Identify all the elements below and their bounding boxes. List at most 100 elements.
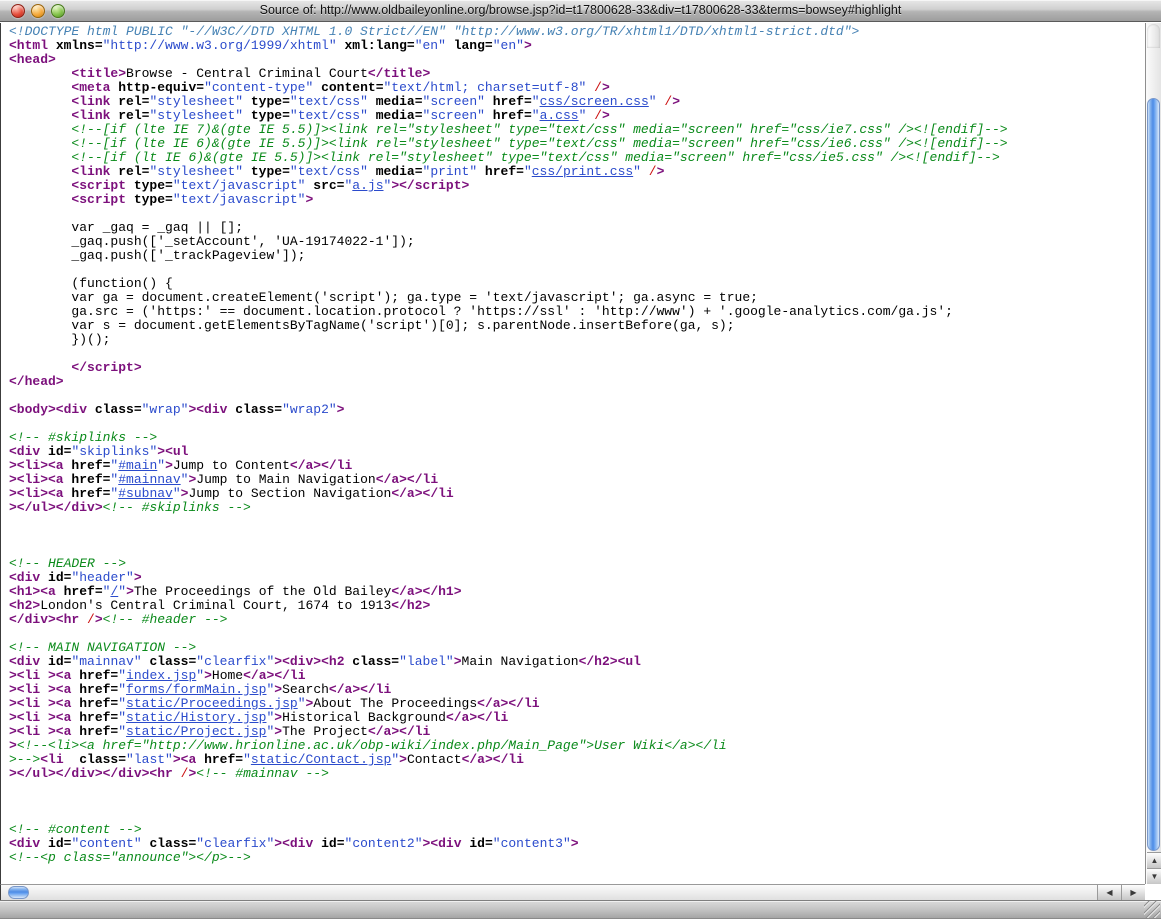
source-token — [9, 108, 71, 123]
horizontal-scrollbar[interactable]: ◀ ▶ — [0, 884, 1145, 900]
source-token: " — [532, 108, 540, 123]
source-token — [9, 80, 71, 95]
source-token: " — [173, 486, 181, 501]
source-line — [9, 529, 1145, 543]
source-token: The Project — [282, 724, 368, 739]
source-token: </script> — [71, 360, 141, 375]
source-line: ><li ><a href="static/Project.jsp">The P… — [9, 725, 1145, 739]
source-token: "stylesheet" — [149, 164, 243, 179]
source-token: " — [118, 584, 126, 599]
source-token: rel= — [110, 108, 149, 123]
source-token: id= — [40, 654, 71, 669]
scroll-right-button[interactable]: ▶ — [1121, 885, 1145, 900]
title-bar[interactable]: Source of: http://www.oldbaileyonline.or… — [0, 0, 1161, 22]
source-link[interactable]: static/Proceedings.jsp — [126, 696, 298, 711]
source-token: > — [274, 682, 282, 697]
source-token: ><li ><a — [9, 724, 71, 739]
source-link[interactable]: css/screen.css — [540, 94, 649, 109]
source-token: class= — [142, 836, 197, 851]
source-link[interactable]: forms/formMain.jsp — [126, 682, 266, 697]
source-line: ><li ><a href="forms/formMain.jsp">Searc… — [9, 683, 1145, 697]
scroll-down-button[interactable]: ▼ — [1147, 868, 1161, 884]
source-line: </script> — [9, 361, 1145, 375]
source-token: Jump to Content — [173, 458, 290, 473]
source-token: "content-type" — [204, 80, 313, 95]
source-link[interactable]: css/print.css — [532, 164, 633, 179]
source-token: lang= — [446, 38, 493, 53]
source-token: " — [391, 752, 399, 767]
source-token: > — [274, 710, 282, 725]
source-link[interactable]: a.css — [540, 108, 579, 123]
source-token: " — [532, 94, 540, 109]
source-token: "stylesheet" — [149, 94, 243, 109]
source-token: / — [87, 612, 95, 627]
source-token: type= — [243, 108, 290, 123]
source-line: <div id="skiplinks"><ul — [9, 445, 1145, 459]
source-line: <!--<p class="announce"></p>--> — [9, 851, 1145, 865]
vertical-scrollbar-thumb[interactable] — [1147, 98, 1160, 851]
source-token: ><li ><a — [9, 710, 71, 725]
source-token: " — [196, 668, 204, 683]
source-line: <h2>London's Central Criminal Court, 167… — [9, 599, 1145, 613]
source-line — [9, 417, 1145, 431]
scroll-up-button[interactable]: ▲ — [1147, 852, 1161, 868]
source-token: href= — [71, 682, 118, 697]
source-line: var s = document.getElementsByTagName('s… — [9, 319, 1145, 333]
source-token: > — [657, 164, 665, 179]
source-token: " — [118, 710, 126, 725]
source-line: <script type="text/javascript"> — [9, 193, 1145, 207]
source-token: <link — [71, 94, 110, 109]
source-token: " — [118, 682, 126, 697]
source-link[interactable]: a.js — [352, 178, 383, 193]
source-token: </a></li — [368, 724, 430, 739]
source-token: / — [594, 80, 602, 95]
source-link[interactable]: static/Contact.jsp — [251, 752, 391, 767]
source-token: xml:lang= — [337, 38, 415, 53]
source-token: href= — [64, 458, 111, 473]
source-token: Jump to Main Navigation — [196, 472, 375, 487]
source-token: "content3" — [493, 836, 571, 851]
source-token: <!-- #content --> — [9, 822, 142, 837]
source-line: <title>Browse - Central Criminal Court</… — [9, 67, 1145, 81]
source-link[interactable]: index.jsp — [126, 668, 196, 683]
source-token: "text/css" — [290, 94, 368, 109]
source-line: _gaq.push(['_trackPageview']); — [9, 249, 1145, 263]
source-link[interactable]: static/Project.jsp — [126, 724, 266, 739]
source-line: <!--[if (lte IE 7)&(gte IE 5.5)]><link r… — [9, 123, 1145, 137]
source-line: ><li ><a href="static/History.jsp">Histo… — [9, 711, 1145, 725]
source-token: "label" — [399, 654, 454, 669]
scroll-left-button[interactable]: ◀ — [1097, 885, 1121, 900]
source-token — [586, 80, 594, 95]
source-token: </h2> — [391, 598, 430, 613]
source-token: href= — [56, 584, 103, 599]
source-link[interactable]: #mainnav — [118, 472, 180, 487]
source-token: content= — [313, 80, 383, 95]
source-token: ><div — [423, 836, 462, 851]
horizontal-scrollbar-thumb[interactable] — [8, 886, 29, 899]
source-line: <body><div class="wrap"><div class="wrap… — [9, 403, 1145, 417]
source-token: <!-- #skiplinks --> — [103, 500, 251, 515]
source-token: </a></li — [477, 696, 539, 711]
resize-grip[interactable] — [1144, 901, 1160, 918]
source-line: <!-- HEADER --> — [9, 557, 1145, 571]
source-token: href= — [71, 668, 118, 683]
vertical-scrollbar[interactable]: ▲ ▼ — [1145, 23, 1161, 884]
source-link[interactable]: #main — [118, 458, 157, 473]
source-line — [9, 795, 1145, 809]
source-token — [79, 612, 87, 627]
source-token: <!-- #mainnav --> — [196, 766, 329, 781]
source-token: " — [649, 94, 657, 109]
source-line — [9, 263, 1145, 277]
source-token: Main Navigation — [462, 654, 579, 669]
status-bar — [0, 900, 1161, 919]
source-link[interactable]: #subnav — [118, 486, 173, 501]
source-token: "text/css" — [290, 164, 368, 179]
source-line: <link rel="stylesheet" type="text/css" m… — [9, 165, 1145, 179]
source-link[interactable]: static/History.jsp — [126, 710, 266, 725]
source-token: <script — [71, 178, 126, 193]
source-token: <head> — [9, 52, 56, 67]
source-token: "screen" — [423, 94, 485, 109]
source-line: <script type="text/javascript" src="a.js… — [9, 179, 1145, 193]
source-line: <html xmlns="http://www.w3.org/1999/xhtm… — [9, 39, 1145, 53]
source-token: Home — [212, 668, 243, 683]
